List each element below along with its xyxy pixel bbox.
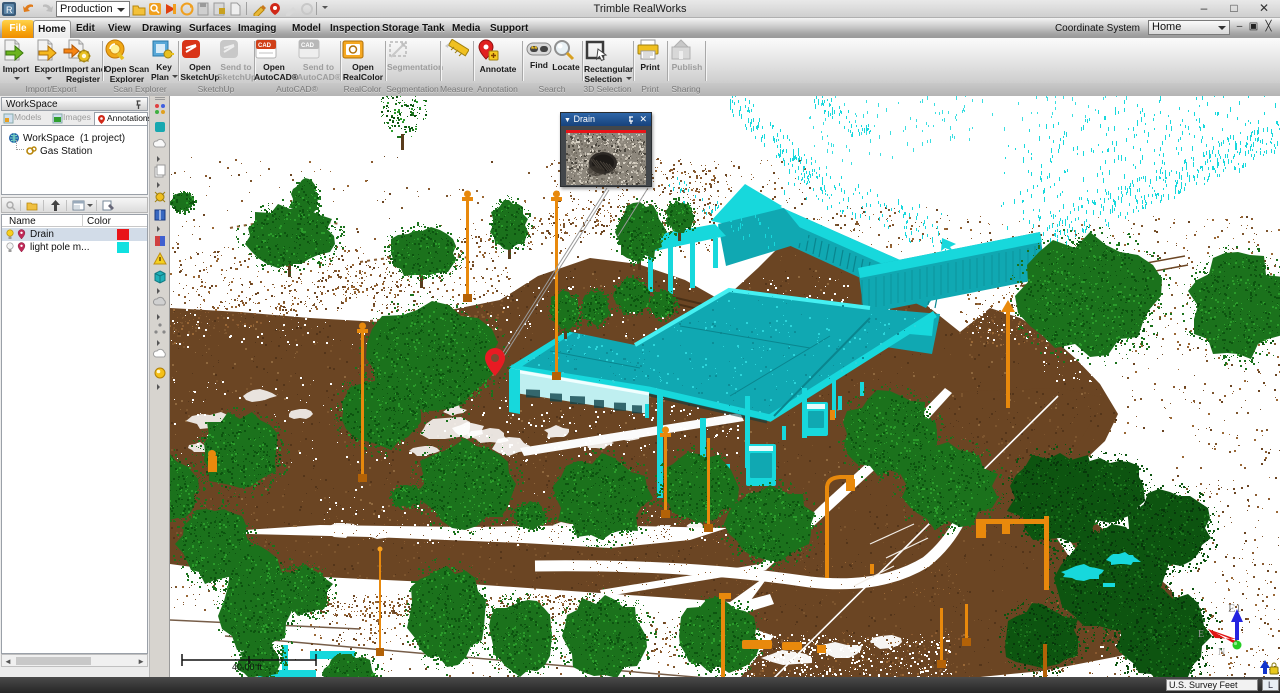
svg-text:N: N [1218, 647, 1225, 658]
svg-text:CAD: CAD [258, 43, 272, 49]
svg-text:40.00 ft: 40.00 ft [232, 662, 263, 672]
svg-text:E1: E1 [1228, 601, 1241, 615]
svg-text:**: ** [531, 45, 538, 54]
svg-text:E: E [1198, 629, 1204, 640]
svg-text:CAD: CAD [301, 43, 315, 49]
